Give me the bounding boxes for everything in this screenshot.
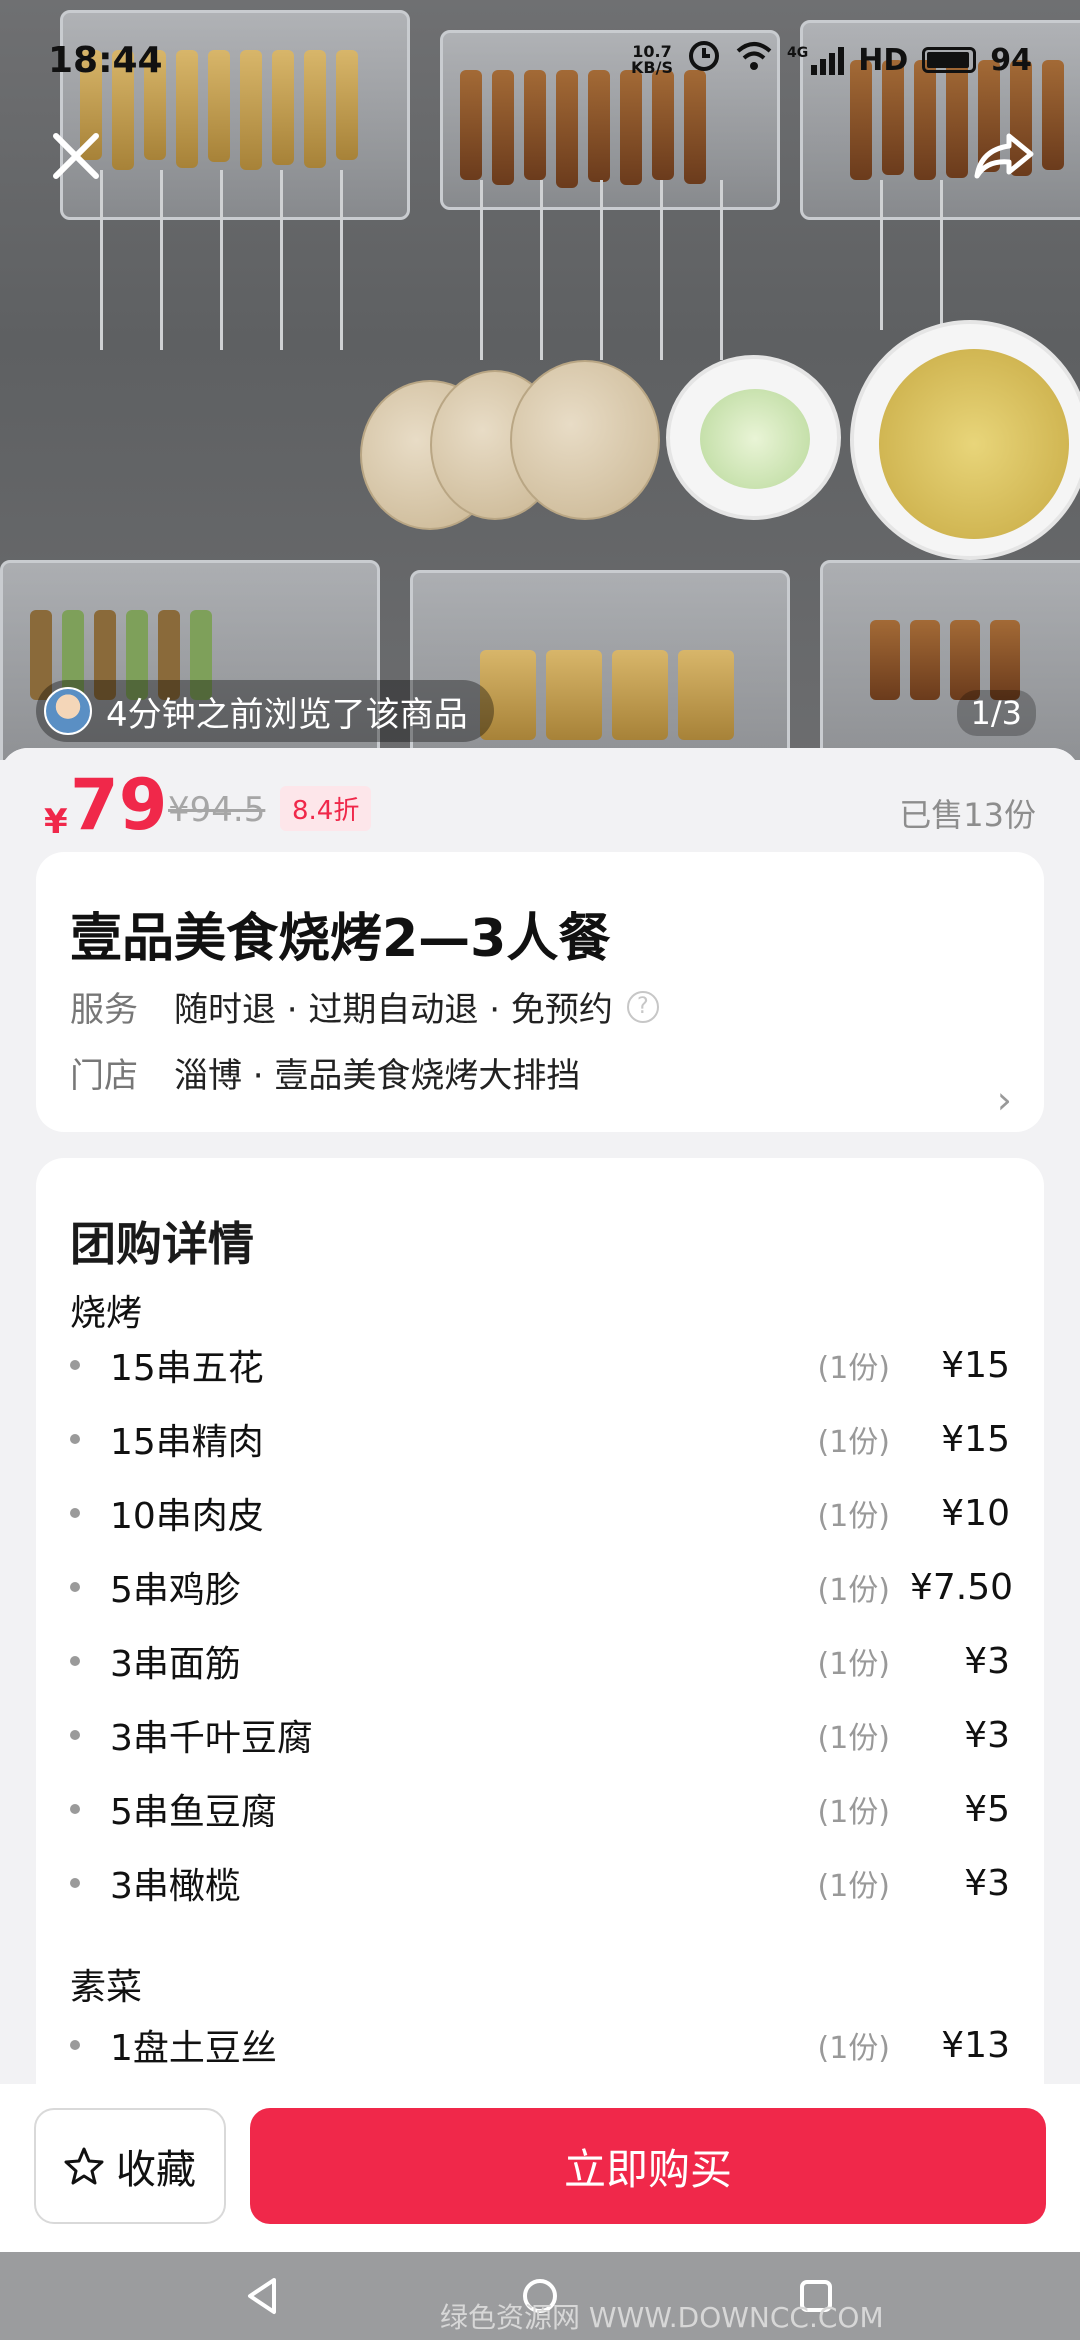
status-time: 18:44: [48, 39, 163, 81]
service-key: 服务: [70, 990, 138, 1030]
list-item: 5串鸡胗 (1份) ¥7.50: [70, 1550, 1014, 1624]
net-speed: 10.7 KB/S: [631, 44, 673, 76]
watermark-text: 绿色资源网 WWW.DOWNCC.COM: [440, 2301, 884, 2334]
close-icon: [53, 133, 99, 179]
battery-icon: [922, 47, 977, 73]
bullet-icon: [70, 1804, 80, 1814]
item-name: 5串鱼豆腐: [110, 1792, 277, 1833]
chevron-right-icon[interactable]: ›: [997, 1078, 1012, 1122]
star-icon: [64, 2147, 104, 2185]
item-qty: (1份): [817, 1425, 891, 1460]
skewers-illustration: [870, 620, 1020, 700]
list-item: 10串肉皮 (1份) ¥10: [70, 1476, 1010, 1550]
item-price: ¥15: [941, 1418, 1010, 1460]
buy-now-button[interactable]: 立即购买: [250, 2108, 1046, 2224]
section-title: 团购详情: [70, 1217, 254, 1271]
price-row: ¥ 79 ¥94.5 8.4折 已售13份: [0, 748, 1080, 858]
viewer-text: 4分钟之前浏览了该商品: [106, 694, 468, 735]
help-icon[interactable]: ?: [626, 990, 659, 1023]
net-speed-unit: KB/S: [631, 58, 673, 77]
wifi-icon: [735, 41, 773, 79]
item-price: ¥10: [941, 1492, 1010, 1534]
list-item: 3串面筋 (1份) ¥3: [70, 1624, 1010, 1698]
item-name: 10串肉皮: [110, 1496, 264, 1537]
bullet-icon: [70, 1730, 80, 1740]
list-item: 3串橄榄 (1份) ¥3: [70, 1846, 1010, 1920]
bullet-icon: [70, 1434, 80, 1444]
bullet-icon: [70, 1360, 80, 1370]
store-value: 淄博 · 壹品美食烧烤大排挡: [174, 1056, 581, 1096]
bullet-icon: [70, 1656, 80, 1666]
share-button[interactable]: [964, 116, 1044, 196]
status-bar: 18:44 10.7 KB/S 4G HD 94: [0, 0, 1080, 120]
favorite-button[interactable]: 收藏: [34, 2108, 226, 2224]
service-value: 随时退 · 过期自动退 · 免预约: [174, 990, 613, 1030]
service-row[interactable]: 服务 随时退 · 过期自动退 · 免预约 ?: [70, 982, 659, 1031]
item-qty: (1份): [817, 1721, 891, 1756]
item-name: 1盘土豆丝: [110, 2028, 277, 2069]
hd-label: HD: [858, 42, 909, 78]
product-title: 壹品美食烧烤2—3人餐: [70, 909, 611, 969]
item-qty: (1份): [817, 1647, 891, 1682]
list-item: 1盘土豆丝 (1份) ¥13: [70, 2008, 1010, 2082]
back-nav-button[interactable]: [241, 2273, 287, 2319]
store-key: 门店: [70, 1056, 138, 1096]
item-name: 15串五花: [110, 1348, 264, 1389]
bottom-action-bar: 收藏 立即购买: [0, 2084, 1080, 2252]
close-button[interactable]: [36, 116, 116, 196]
avatar: [44, 687, 92, 735]
bullet-icon: [70, 1582, 80, 1592]
item-qty: (1份): [817, 2031, 891, 2066]
item-name: 3串千叶豆腐: [110, 1718, 313, 1759]
group-title-veg: 素菜: [70, 1967, 143, 2008]
plate-illustration: [666, 355, 841, 520]
bullet-icon: [70, 1878, 80, 1888]
bullet-icon: [70, 2040, 80, 2050]
item-qty: (1份): [817, 1499, 891, 1534]
item-qty: (1份): [817, 1795, 891, 1830]
sold-count: 已售13份: [899, 796, 1036, 834]
original-price: ¥94.5: [168, 790, 266, 830]
item-name: 3串橄榄: [110, 1866, 241, 1907]
alarm-icon: [687, 39, 721, 81]
plate-illustration: [850, 320, 1080, 560]
cellular-signal-icon: 4G: [787, 45, 845, 75]
product-image-carousel[interactable]: 18:44 10.7 KB/S 4G HD 94 4分钟之前浏览了该商品 1/3: [0, 0, 1080, 760]
list-item: 15串精肉 (1份) ¥15: [70, 1402, 1010, 1476]
current-price: 79: [70, 764, 168, 846]
list-item: 5串鱼豆腐 (1份) ¥5: [70, 1772, 1010, 1846]
bullet-icon: [70, 1508, 80, 1518]
item-qty: (1份): [817, 1869, 891, 1904]
item-price: ¥7.50: [910, 1566, 1014, 1608]
discount-badge: 8.4折: [280, 786, 372, 831]
back-triangle-icon: [248, 2278, 276, 2314]
list-item: 3串千叶豆腐 (1份) ¥3: [70, 1698, 1010, 1772]
item-name: 3串面筋: [110, 1644, 241, 1685]
item-price: ¥3: [964, 1862, 1010, 1904]
item-price: ¥5: [964, 1788, 1010, 1830]
group-buy-details-card: 团购详情 烧烤 15串五花 (1份) ¥15 15串精肉 (1份) ¥15 10…: [36, 1158, 1044, 2084]
item-name: 5串鸡胗: [110, 1570, 241, 1611]
recent-viewer-chip: 4分钟之前浏览了该商品: [36, 680, 494, 742]
share-icon: [974, 133, 1034, 179]
item-price: ¥13: [941, 2024, 1010, 2066]
price-currency: ¥: [44, 802, 68, 842]
item-name: 15串精肉: [110, 1422, 264, 1463]
item-price: ¥3: [964, 1640, 1010, 1682]
status-icons: 10.7 KB/S 4G HD 94: [631, 39, 1032, 81]
item-qty: (1份): [817, 1351, 891, 1386]
battery-level: 94: [990, 42, 1032, 78]
list-item: 15串五花 (1份) ¥15: [70, 1328, 1010, 1402]
item-price: ¥3: [964, 1714, 1010, 1756]
product-detail-sheet[interactable]: ¥ 79 ¥94.5 8.4折 已售13份 壹品美食烧烤2—3人餐 服务 随时退…: [0, 748, 1080, 2084]
item-qty: (1份): [817, 1573, 891, 1608]
store-row[interactable]: 门店 淄博 · 壹品美食烧烤大排挡: [70, 1048, 1010, 1097]
item-price: ¥15: [941, 1344, 1010, 1386]
image-page-counter: 1/3: [956, 690, 1036, 736]
favorite-label: 收藏: [116, 2147, 196, 2193]
signal-gen: 4G: [787, 45, 809, 61]
flatbread-illustration: [510, 360, 660, 520]
skewers-illustration: [480, 650, 734, 740]
product-info-card: 壹品美食烧烤2—3人餐 服务 随时退 · 过期自动退 · 免预约 ? 门店 淄博…: [36, 852, 1044, 1132]
